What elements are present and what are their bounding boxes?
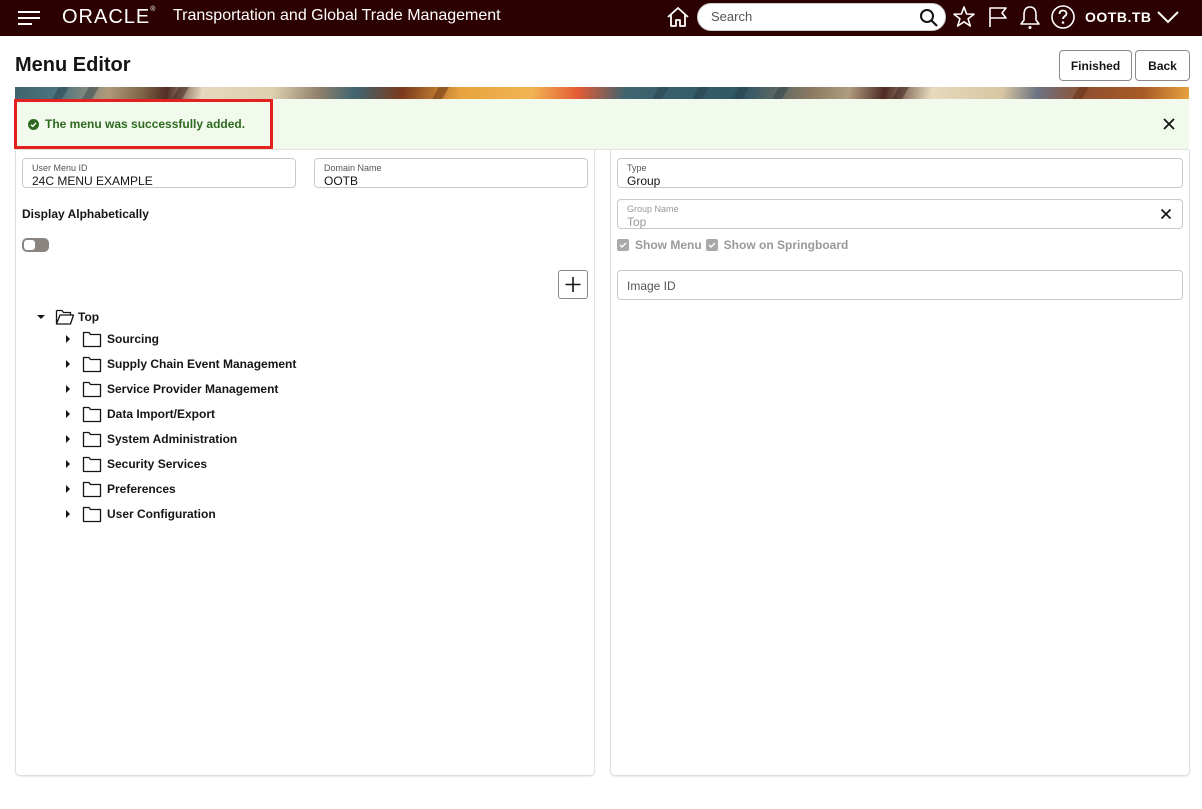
folder-icon <box>82 381 102 398</box>
folder-icon <box>82 356 102 373</box>
menu-icon[interactable] <box>18 10 40 26</box>
top-bar: ORACLE® Transportation and Global Trade … <box>0 0 1202 36</box>
star-icon[interactable] <box>951 4 977 30</box>
user-menu[interactable]: OOTB.TB <box>1085 9 1152 25</box>
folder-icon <box>82 431 102 448</box>
tree-node-label: Top <box>78 310 100 324</box>
caret-right-icon[interactable] <box>62 483 74 495</box>
show-on-springboard-label: Show on Springboard <box>723 238 849 252</box>
display-alphabetically-toggle[interactable] <box>22 238 49 252</box>
tree-node-label: Security Services <box>107 457 208 471</box>
tree-node-label: Service Provider Management <box>107 382 279 396</box>
tree-node-label: Preferences <box>107 482 176 496</box>
caret-right-icon[interactable] <box>62 358 74 370</box>
toggle-knob <box>24 240 35 250</box>
type-field[interactable]: Type Group <box>617 158 1183 188</box>
search-icon[interactable] <box>919 8 939 28</box>
search-input[interactable] <box>711 9 911 24</box>
show-on-springboard-checkbox[interactable] <box>705 239 718 251</box>
finished-button[interactable]: Finished <box>1059 50 1132 81</box>
tree-node-label: Supply Chain Event Management <box>107 357 297 371</box>
folder-icon <box>82 331 102 348</box>
tree-node-label: User Configuration <box>107 507 216 521</box>
caret-right-icon[interactable] <box>62 383 74 395</box>
field-label: Type <box>627 163 647 173</box>
field-value: Top <box>627 215 647 229</box>
field-label: Group Name <box>627 204 679 214</box>
app-title: Transportation and Global Trade Manageme… <box>173 7 501 24</box>
visibility-options: Show Menu Show on Springboard <box>617 237 848 253</box>
clear-icon[interactable] <box>1160 208 1172 220</box>
folder-icon <box>82 481 102 498</box>
highlight-box <box>14 99 273 149</box>
tree-node[interactable]: Sourcing <box>62 329 159 349</box>
field-label: User Menu ID <box>32 163 88 173</box>
tree-node-top[interactable]: Top <box>35 307 99 327</box>
field-value: OOTB <box>324 174 359 188</box>
tree-node[interactable]: Preferences <box>62 479 176 499</box>
folder-icon <box>82 506 102 523</box>
add-menu-item-button[interactable] <box>558 270 588 299</box>
decorative-banner <box>15 87 1189 99</box>
caret-right-icon[interactable] <box>62 333 74 345</box>
help-icon[interactable] <box>1050 4 1076 30</box>
display-alphabetically-label: Display Alphabetically <box>22 207 149 221</box>
folder-icon <box>82 456 102 473</box>
tree-node[interactable]: Service Provider Management <box>62 379 278 399</box>
tree-node-label: Data Import/Export <box>107 407 216 421</box>
field-value: 24C MENU EXAMPLE <box>32 174 153 188</box>
domain-name-field[interactable]: Domain Name OOTB <box>314 158 588 188</box>
tree-node[interactable]: System Administration <box>62 429 237 449</box>
field-placeholder: Image ID <box>627 279 676 293</box>
show-menu-label: Show Menu <box>635 238 702 252</box>
page-title: Menu Editor <box>15 54 131 76</box>
caret-right-icon[interactable] <box>62 433 74 445</box>
checkmark-icon <box>619 242 627 248</box>
flag-icon[interactable] <box>985 4 1011 30</box>
bell-icon[interactable] <box>1017 4 1043 30</box>
caret-right-icon[interactable] <box>62 508 74 520</box>
search-box <box>697 3 946 31</box>
back-button[interactable]: Back <box>1135 50 1190 81</box>
tree-node-label: System Administration <box>107 432 238 446</box>
image-id-field[interactable]: Image ID <box>617 270 1183 300</box>
caret-down-icon[interactable] <box>35 311 47 323</box>
chevron-down-icon[interactable] <box>1156 8 1180 26</box>
plus-icon <box>565 277 581 292</box>
checkmark-icon <box>708 242 716 248</box>
show-menu-checkbox[interactable] <box>617 239 629 251</box>
tree-node[interactable]: Data Import/Export <box>62 404 215 424</box>
user-menu-id-field[interactable]: User Menu ID 24C MENU EXAMPLE <box>22 158 296 188</box>
folder-open-icon <box>55 309 75 325</box>
caret-right-icon[interactable] <box>62 458 74 470</box>
tree-node[interactable]: User Configuration <box>62 504 216 524</box>
tree-node[interactable]: Supply Chain Event Management <box>62 354 296 374</box>
close-icon[interactable] <box>1162 117 1176 131</box>
tree-node-label: Sourcing <box>107 332 160 346</box>
home-icon[interactable] <box>665 5 691 29</box>
folder-icon <box>82 406 102 423</box>
field-value: Group <box>627 174 661 188</box>
caret-right-icon[interactable] <box>62 408 74 420</box>
tree-node[interactable]: Security Services <box>62 454 207 474</box>
field-label: Domain Name <box>324 163 382 173</box>
oracle-logo: ORACLE® <box>62 6 157 28</box>
group-name-field[interactable]: Group Name Top <box>617 199 1183 229</box>
